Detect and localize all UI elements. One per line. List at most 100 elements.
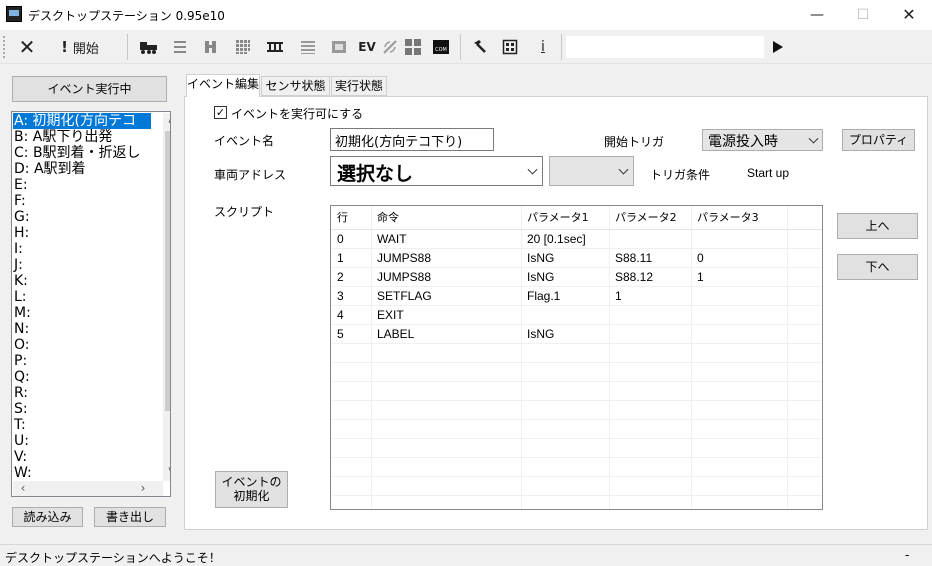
start-trigger-select[interactable]: 電源投入時 [702,129,823,151]
track-button[interactable] [263,30,287,64]
scroll-left-icon[interactable]: ‹ [15,481,31,495]
event-list-item[interactable]: W: [13,465,32,481]
event-list-item[interactable]: M: [13,305,31,321]
table-row[interactable] [331,401,822,420]
grid-button[interactable] [231,30,255,64]
vehicle-address-select[interactable]: 選択なし [330,156,543,186]
sensor-button[interactable] [380,30,400,64]
event-list-item[interactable]: F: [13,193,26,209]
event-list-item[interactable]: P: [13,353,27,369]
info-button[interactable]: i [532,30,554,64]
event-list-item[interactable]: S: [13,401,28,417]
table-row[interactable]: 1 JUMPS88 IsNG S88.11 0 [331,249,822,268]
table-row[interactable] [331,363,822,382]
maximize-button[interactable]: ☐ [840,0,886,30]
event-list-item[interactable]: C: B駅到着・折返し [13,145,141,161]
table-cell [691,325,697,344]
table-row[interactable] [331,458,822,477]
column-header[interactable]: 行 [331,206,348,230]
calculator-button[interactable] [499,30,521,64]
event-name-input[interactable]: 初期化(方向テコ下り) [330,128,494,151]
event-list-item[interactable]: O: [13,337,30,353]
tab-run-status[interactable]: 実行状態 [331,76,387,96]
table-row[interactable]: 3 SETFLAG Flag.1 1 [331,287,822,306]
table-row[interactable] [331,420,822,439]
track-icon [267,42,283,52]
move-down-button[interactable]: 下へ [837,254,918,280]
layout-button[interactable] [168,30,192,64]
event-list-item[interactable]: L: [13,289,27,305]
enable-event-checkbox[interactable]: ✓ [214,106,227,119]
stop-button[interactable]: ✕ [14,30,40,64]
command-input[interactable] [566,36,764,58]
event-list-item[interactable]: K: [13,273,28,289]
column-header[interactable]: パラメータ2 [609,206,677,230]
vehicle-address-label: 車両アドレス [214,168,287,182]
event-list-item[interactable]: E: [13,177,28,193]
table-row[interactable] [331,439,822,458]
event-list-item[interactable]: V: [13,449,27,465]
table-row[interactable]: 2 JUMPS88 IsNG S88.12 1 [331,268,822,287]
close-window-button[interactable]: ✕ [886,0,932,30]
start-button[interactable]: ! 開始 [52,30,108,64]
address-sub-select[interactable] [549,156,634,186]
window-title: デスクトップステーション 0.95e10 [28,9,225,23]
scroll-up-icon[interactable]: ∧ [163,115,170,126]
com-button[interactable]: COM [430,30,452,64]
scroll-down-icon[interactable]: ∨ [163,465,170,476]
export-button[interactable]: 書き出し [94,507,166,527]
tab-event-edit[interactable]: イベント編集 [186,74,260,97]
app-icon [6,6,22,22]
event-list-item[interactable]: J: [13,257,23,273]
column-header[interactable]: 命令 [371,206,399,230]
table-row[interactable]: 5 LABEL IsNG [331,325,822,344]
start-label: 開始 [72,41,99,57]
load-button[interactable]: 読み込み [12,507,83,527]
list-button[interactable] [296,30,320,64]
init-event-button[interactable]: イベントの 初期化 [215,471,288,508]
event-list-item[interactable]: Q: [13,369,30,385]
tools-button[interactable] [468,30,490,64]
event-list-item[interactable]: T: [13,417,26,433]
scroll-right-icon[interactable]: › [135,481,151,495]
event-list-item[interactable]: H: [13,225,29,241]
column-header[interactable]: パラメータ1 [521,206,589,230]
table-row[interactable] [331,477,822,496]
table-cell [609,325,615,344]
panel-button[interactable] [403,30,425,64]
table-row[interactable]: 4 EXIT [331,306,822,325]
column-header[interactable]: パラメータ3 [691,206,759,230]
locomotive-button[interactable] [137,30,161,64]
property-button[interactable]: プロパティ [842,129,915,151]
table-cell: 0 [697,251,704,265]
move-up-button[interactable]: 上へ [837,213,918,239]
decoder-icon [332,41,346,53]
event-running-button[interactable]: イベント実行中 [12,76,167,102]
scroll-thumb[interactable] [165,131,170,411]
event-list-item[interactable]: N: [13,321,29,337]
script-table[interactable]: 行命令 パラメータ1 パラメータ2 パラメータ3 0 WAIT 20 [0.1sec] 1 JU… [330,205,823,510]
start-trigger-label: 開始トリガ [604,135,665,149]
horizontal-scrollbar[interactable]: ‹ › [13,481,163,496]
event-list[interactable]: A: 初期化(方向テコ B: A駅下り出発 C: B駅到着・折返し D: A駅到着 E:… [11,111,171,497]
send-button[interactable] [768,30,788,64]
table-row[interactable]: 0 WAIT 20 [0.1sec] [331,230,822,249]
minimize-button[interactable]: — [794,0,840,30]
event-list-item[interactable]: R: [13,385,28,401]
event-list-item[interactable]: A: 初期化(方向テコ [13,113,151,129]
tab-sensor-status[interactable]: センサ状態 [261,76,330,96]
table-row[interactable] [331,382,822,401]
decoder-button[interactable] [327,30,351,64]
table-row[interactable] [331,496,822,509]
event-list-item[interactable]: B: A駅下り出発 [13,129,112,145]
accessory-button[interactable] [199,30,223,64]
status-indicator: - [905,548,910,562]
table-row[interactable] [331,344,822,363]
event-list-item[interactable]: G: [13,209,30,225]
event-list-item[interactable]: I: [13,241,23,257]
event-list-item[interactable]: U: [13,433,29,449]
event-list-item[interactable]: D: A駅到着 [13,161,86,177]
table-cell: IsNG [527,270,555,284]
table-cell: 1 [337,251,344,265]
event-button[interactable]: EV [356,30,378,64]
